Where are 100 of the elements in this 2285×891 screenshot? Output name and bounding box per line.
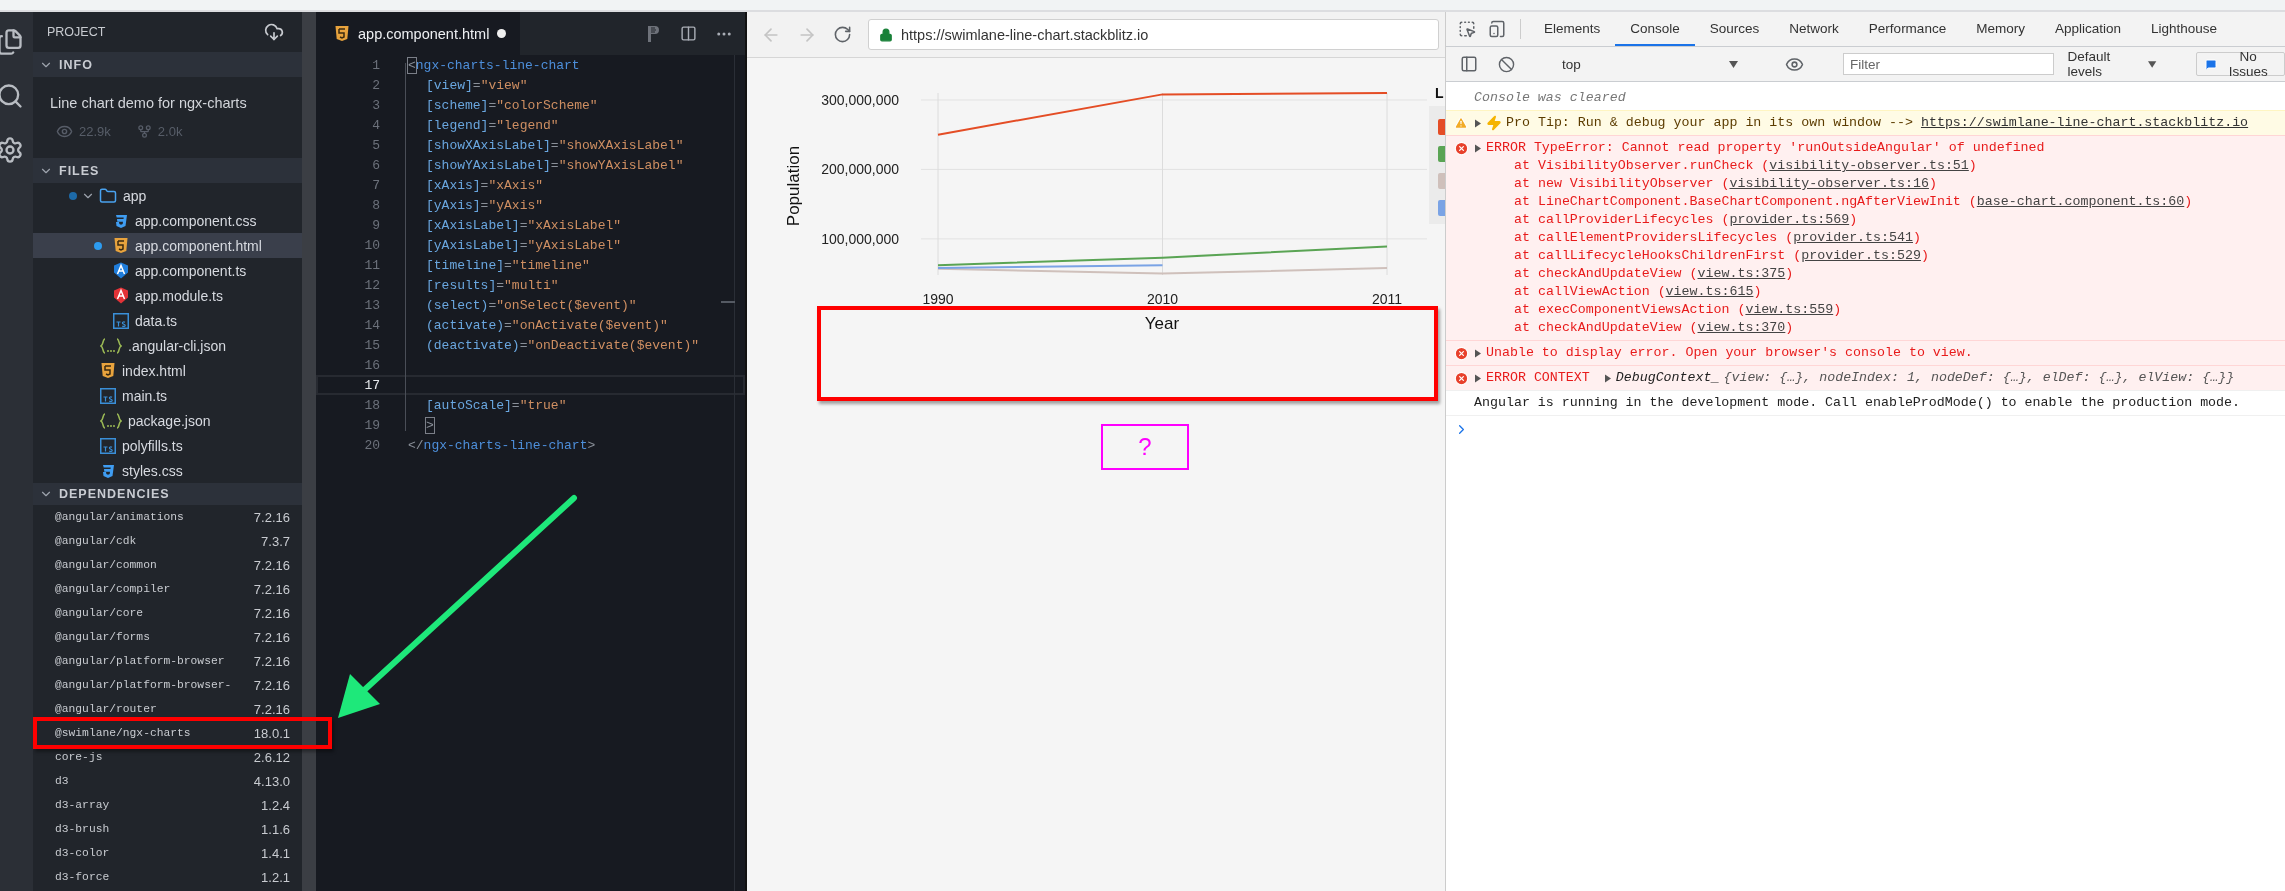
devtools-tab[interactable]: Memory xyxy=(1961,12,2040,46)
expand-triangle-icon[interactable] xyxy=(1474,118,1482,128)
devtools-tab[interactable]: Sources xyxy=(1694,12,1775,46)
stack-trace-line: at callElementProvidersLifecycles (provider.ts:541) xyxy=(1513,229,1922,247)
issues-button[interactable]: No Issues xyxy=(2195,52,2285,76)
y-tick-label: 200,000,000 xyxy=(821,161,899,178)
file-tree-item[interactable]: .angular-cli.json xyxy=(33,333,302,358)
css-file-icon xyxy=(100,462,116,479)
search-icon[interactable] xyxy=(0,82,24,110)
stack-trace-line: at callLifecycleHooksChildrenFirst (provider.ts:529) xyxy=(1513,247,1930,265)
expand-triangle-icon[interactable] xyxy=(1603,373,1612,383)
dependency-name: d3-color xyxy=(55,847,110,859)
inspect-icon[interactable] xyxy=(1458,20,1476,38)
line-number: 5 xyxy=(371,137,380,153)
line-number: 19 xyxy=(363,417,380,433)
line-number: 18 xyxy=(363,397,380,413)
source-link[interactable]: visibility-observer.ts:51 xyxy=(1769,158,1969,173)
source-link[interactable]: provider.ts:569 xyxy=(1729,212,1850,227)
reload-icon[interactable] xyxy=(833,25,852,44)
file-tree-item[interactable]: app.module.ts xyxy=(33,283,302,308)
code-text: [results]="multi" xyxy=(426,277,559,293)
folder-icon xyxy=(99,186,117,205)
source-link[interactable]: view.ts:559 xyxy=(1745,302,1834,317)
code-text: (select)="onSelect($event)" xyxy=(426,297,637,313)
split-editor-icon[interactable] xyxy=(680,25,697,42)
filter-field[interactable]: Filter xyxy=(1842,53,2054,75)
code-text: [view]="view" xyxy=(426,77,528,93)
expand-triangle-icon[interactable] xyxy=(1474,373,1482,383)
devtools-tab[interactable]: Network xyxy=(1774,12,1854,46)
source-link[interactable]: provider.ts:529 xyxy=(1801,248,1921,263)
section-header[interactable]: FILES xyxy=(33,158,302,183)
html-file-icon xyxy=(100,362,116,379)
cloud-download-icon[interactable] xyxy=(264,22,284,42)
dependency-version: 4.13.0 xyxy=(253,773,290,789)
line-number: 15 xyxy=(363,337,380,353)
dependency-name: core-js xyxy=(55,751,103,763)
y-axis-label: Population xyxy=(784,145,803,227)
html-file-icon xyxy=(113,237,129,254)
line-number: 6 xyxy=(371,157,380,173)
context-select[interactable]: top xyxy=(1553,56,1747,72)
section-header[interactable]: INFO xyxy=(33,52,302,77)
console-text: Console was cleared xyxy=(1474,89,1626,107)
expand-triangle-icon[interactable] xyxy=(1474,348,1482,358)
file-tree-item[interactable]: data.ts xyxy=(33,308,302,333)
source-link[interactable]: view.ts:375 xyxy=(1697,266,1786,281)
files-icon[interactable] xyxy=(0,28,24,56)
file-tree-item[interactable]: app.component.html xyxy=(33,233,302,258)
devtools-tab[interactable]: Application xyxy=(2039,12,2136,46)
file-tree-item[interactable]: index.html xyxy=(33,358,302,383)
fork-icon xyxy=(136,124,152,139)
source-link[interactable]: view.ts:370 xyxy=(1697,320,1786,335)
lightning-icon xyxy=(1486,115,1502,131)
scrollbar[interactable] xyxy=(302,12,316,891)
stack-trace-line: at new VisibilityObserver (visibility-observer.ts:16) xyxy=(1513,175,1938,193)
file-tree-item[interactable]: app xyxy=(33,183,302,208)
source-link[interactable]: provider.ts:541 xyxy=(1793,230,1913,245)
devtools-tab[interactable]: Performance xyxy=(1853,12,1962,46)
console-link[interactable]: https://swimlane-line-chart.stackblitz.io xyxy=(1920,115,2249,130)
devtools-tab[interactable]: Lighthouse xyxy=(2135,12,2233,46)
file-tree-item[interactable]: polyfills.ts xyxy=(33,433,302,458)
stack-trace-line: at checkAndUpdateView (view.ts:370) xyxy=(1513,319,1795,337)
console-text: Pro Tip: Run & debug your app in its own window --> https://swimlane-line-chart.stackblitz.io xyxy=(1506,114,2249,132)
code-text: [xAxisLabel]="xAxisLabel" xyxy=(426,217,622,233)
editor-tab[interactable]: app.component.html xyxy=(316,12,521,55)
source-link[interactable]: base-chart.component.ts:60 xyxy=(1976,194,2185,209)
file-tree-item[interactable]: styles.css xyxy=(33,458,302,483)
stack-trace-line: at callProviderLifecycles (provider.ts:569) xyxy=(1513,211,1859,229)
levels-dropdown[interactable]: Default levels xyxy=(2061,49,2163,79)
code-text: [legend]="legend" xyxy=(426,117,559,133)
clear-console-icon[interactable] xyxy=(1498,55,1515,73)
file-tree-item[interactable]: app.component.ts xyxy=(33,258,302,283)
source-link[interactable]: visibility-observer.ts:16 xyxy=(1729,176,1929,191)
dropdown-caret-icon xyxy=(2148,60,2157,68)
code-text: [autoScale]="true" xyxy=(426,397,567,413)
x-tick-label: 2011 xyxy=(1371,291,1403,307)
line-number: 17 xyxy=(363,377,380,393)
sidebar-toggle-icon[interactable] xyxy=(1460,55,1478,73)
section-header[interactable]: DEPENDENCIES xyxy=(33,483,302,505)
code-text: [scheme]="colorScheme" xyxy=(426,97,598,113)
code-text: [showYAxisLabel]="showYAxisLabel" xyxy=(426,157,684,173)
format-icon[interactable] xyxy=(646,24,662,43)
file-tree-item[interactable]: main.ts xyxy=(33,383,302,408)
settings-icon[interactable] xyxy=(0,136,24,164)
typescript-file-icon xyxy=(100,437,116,454)
devtools-tab[interactable]: Elements xyxy=(1529,12,1616,46)
file-tree-item[interactable]: app.component.css xyxy=(33,208,302,233)
expand-triangle-icon[interactable] xyxy=(1474,143,1482,153)
dependency-version: 7.2.16 xyxy=(253,605,290,621)
file-tree-item[interactable]: package.json xyxy=(33,408,302,433)
device-icon[interactable] xyxy=(1488,20,1506,38)
dependency-version: 1.2.1 xyxy=(261,869,290,885)
css-file-icon xyxy=(113,212,129,229)
question-mark: ? xyxy=(1138,433,1152,461)
error-icon xyxy=(1454,370,1469,386)
dependency-name: d3-array xyxy=(55,799,110,811)
code-text: [timeline]="timeline" xyxy=(426,257,590,273)
dependency-name: @angular/forms xyxy=(55,631,150,643)
address-field[interactable]: https://swimlane-line-chart.stackblitz.io xyxy=(868,19,1439,50)
source-link[interactable]: view.ts:615 xyxy=(1665,284,1754,299)
line-number: 16 xyxy=(363,357,380,373)
